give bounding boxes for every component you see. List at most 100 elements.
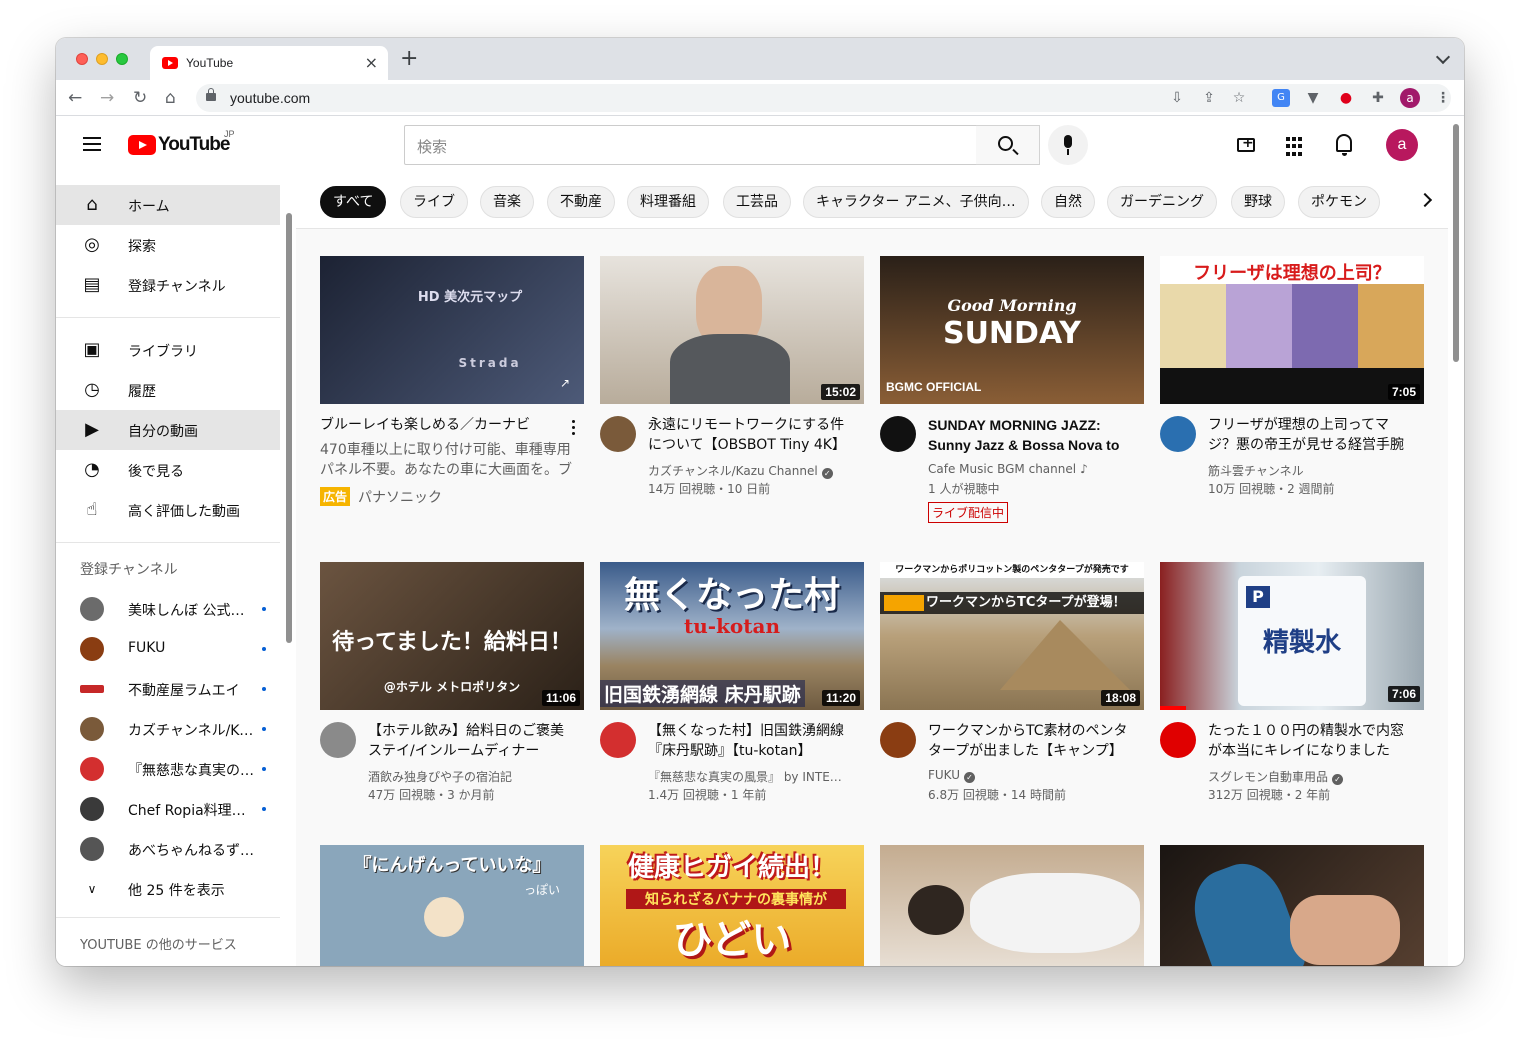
- sidebar-channel[interactable]: FUKU: [56, 629, 280, 669]
- video-title[interactable]: 永遠にリモートワークにする件について【OBSBOT Tiny 4K】: [648, 415, 848, 455]
- notifications-bell-icon[interactable]: [1336, 134, 1352, 156]
- chips-next-chevron-icon[interactable]: [1404, 181, 1448, 221]
- channel-avatar[interactable]: [320, 722, 356, 758]
- sidebar-channel[interactable]: あべちゃんねるず 釣り: [56, 829, 280, 869]
- sidebar-item-history[interactable]: ◷ 履歴: [56, 370, 280, 410]
- share-icon[interactable]: ⇪: [1200, 89, 1218, 107]
- video-thumbnail[interactable]: Good Morning SUNDAY BGMC OFFICIAL: [880, 256, 1144, 404]
- search-placeholder: 検索: [417, 138, 448, 156]
- chip[interactable]: 自然: [1041, 186, 1095, 218]
- new-content-dot: [262, 767, 266, 771]
- video-title[interactable]: フリーザが理想の上司ってマジ？悪の帝王が見せる経営手腕: [1208, 415, 1408, 455]
- tab-search-chevron-icon[interactable]: [1435, 49, 1451, 65]
- sidebar-item-watch-later[interactable]: ◔ 後で見る: [56, 450, 280, 490]
- video-meta: 10万 回視聴・2 週間前: [1208, 482, 1335, 496]
- sidebar-item-explore[interactable]: ◎ 探索: [56, 225, 280, 265]
- search-button[interactable]: [976, 125, 1040, 165]
- channel-avatar: [80, 797, 104, 821]
- bookmark-star-icon[interactable]: ☆: [1230, 89, 1248, 107]
- sidebar-channel[interactable]: カズチャンネル/Kazu Channel: [56, 709, 280, 749]
- channel-avatar[interactable]: [600, 416, 636, 452]
- sidebar-item-my-videos[interactable]: ▶ 自分の動画: [56, 410, 280, 450]
- sidebar-scrollbar[interactable]: [286, 213, 292, 643]
- zoom-window-button[interactable]: [116, 53, 128, 65]
- channel-name[interactable]: FUKU ✓: [928, 768, 1128, 783]
- chip[interactable]: ポケモン: [1298, 186, 1380, 218]
- back-arrow-icon[interactable]: ←: [68, 88, 82, 108]
- chip[interactable]: 不動産: [547, 186, 615, 218]
- apps-grid-icon[interactable]: [1286, 137, 1302, 157]
- browser-profile-avatar[interactable]: a: [1400, 88, 1420, 108]
- chip[interactable]: ライブ: [400, 186, 468, 218]
- extension-red-icon[interactable]: ●: [1337, 89, 1355, 107]
- video-title[interactable]: たった１００円の精製水で内窓が本当にキレイになりました: [1208, 721, 1408, 761]
- close-window-button[interactable]: [76, 53, 88, 65]
- channel-avatar[interactable]: [600, 722, 636, 758]
- video-title[interactable]: ワークマンからTC素材のペンタタープが出ました【キャンプ】: [928, 721, 1128, 761]
- browser-tab[interactable]: YouTube ×: [150, 46, 388, 80]
- chip-all[interactable]: すべて: [320, 186, 387, 218]
- video-title[interactable]: SUNDAY MORNING JAZZ: Sunny Jazz & Bossa …: [928, 415, 1128, 455]
- minimize-window-button[interactable]: [96, 53, 108, 65]
- video-thumbnail[interactable]: P 精製水 7:06: [1160, 562, 1424, 710]
- search-icon: [998, 136, 1013, 151]
- video-title[interactable]: ブルーレイも楽しめる／カーナビ: [320, 415, 564, 435]
- sidebar-item-liked-videos[interactable]: ☝ 高く評価した動画: [56, 490, 280, 530]
- video-thumbnail[interactable]: 健康ヒガイ続出！ 知られざるバナナの裏事情が ひどい: [600, 845, 864, 966]
- home-button-icon[interactable]: ⌂: [165, 88, 176, 108]
- new-tab-button[interactable]: +: [400, 48, 418, 70]
- sidebar-item-subscriptions[interactable]: ▤ 登録チャンネル: [56, 265, 280, 305]
- video-thumbnail[interactable]: フリーザは理想の上司？ 7:05: [1160, 256, 1424, 404]
- video-title[interactable]: 【ホテル飲み】給料日のご褒美ステイ/インルームディナー: [368, 721, 568, 761]
- sidebar-channel[interactable]: Chef Ropia料理人の話: [56, 789, 280, 829]
- show-more-channels-button[interactable]: ∨ 他 25 件を表示: [56, 869, 280, 909]
- channel-name[interactable]: Cafe Music BGM channel ♪: [928, 462, 1128, 476]
- chip[interactable]: 野球: [1231, 186, 1285, 218]
- channel-name[interactable]: 筋斗雲チャンネル: [1208, 462, 1408, 479]
- forward-arrow-icon[interactable]: →: [100, 88, 114, 108]
- channel-avatar[interactable]: [880, 722, 916, 758]
- channel-name[interactable]: スグレモン自動車用品 ✓: [1208, 768, 1408, 785]
- video-thumbnail[interactable]: ワークマンからポリコットン製のペンタタープが発売です ワークマンからTCタープが…: [880, 562, 1144, 710]
- video-thumbnail[interactable]: [1160, 845, 1424, 966]
- video-thumbnail[interactable]: 無くなった村 tu-kotan 旧国鉄湧網線 床丹駅跡 11:20: [600, 562, 864, 710]
- browser-menu-icon[interactable]: ⋮: [1434, 89, 1452, 107]
- video-thumbnail[interactable]: HD 美次元マップ Strada ↗: [320, 256, 584, 404]
- channel-avatar[interactable]: [1160, 416, 1196, 452]
- chip[interactable]: 工芸品: [723, 186, 791, 218]
- account-avatar[interactable]: a: [1386, 129, 1418, 161]
- channel-avatar[interactable]: [1160, 722, 1196, 758]
- sidebar-channel[interactable]: 『無慈悲な真実の風景』: [56, 749, 280, 789]
- search-input[interactable]: 検索: [404, 125, 977, 165]
- voice-search-button[interactable]: [1048, 125, 1088, 165]
- ad-channel-name[interactable]: パナソニック: [358, 487, 442, 507]
- chip[interactable]: 音楽: [480, 186, 534, 218]
- sidebar-item-home[interactable]: ⌂ ホーム: [56, 185, 280, 225]
- sidebar-item-library[interactable]: ▣ ライブラリ: [56, 330, 280, 370]
- channel-name[interactable]: 『無慈悲な真実の風景』 by INTERNET: [648, 768, 848, 785]
- video-thumbnail[interactable]: 『にんげんっていいな』 っぽい: [320, 845, 584, 966]
- main-scrollbar[interactable]: [1453, 124, 1459, 362]
- reload-icon[interactable]: ↻: [133, 88, 147, 108]
- sidebar-channel[interactable]: 不動産屋ラムエイ: [56, 669, 280, 709]
- install-app-icon[interactable]: ⇩: [1168, 89, 1186, 107]
- extension-v-icon[interactable]: ▼: [1304, 89, 1322, 107]
- channel-name[interactable]: 酒飲み独身ぴや子の宿泊記: [368, 768, 568, 785]
- channel-avatar[interactable]: [880, 416, 916, 452]
- address-bar[interactable]: youtube.com ⇩ ⇪ ☆: [196, 84, 1451, 112]
- video-thumbnail[interactable]: 15:02: [600, 256, 864, 404]
- video-title[interactable]: 【無くなった村】旧国鉄湧網線『床丹駅跡』【tu-kotan】: [648, 721, 848, 761]
- extensions-puzzle-icon[interactable]: ✚: [1369, 89, 1387, 107]
- chip[interactable]: キャラクター アニメ、子供向…: [803, 186, 1029, 218]
- menu-hamburger-icon[interactable]: [83, 137, 101, 151]
- tab-close-icon[interactable]: ×: [365, 53, 378, 72]
- sidebar-channel[interactable]: 美味しんぼ 公式チャンネル: [56, 589, 280, 629]
- translate-extension-icon[interactable]: G: [1272, 89, 1290, 107]
- chip[interactable]: 料理番組: [627, 186, 709, 218]
- video-thumbnail[interactable]: 待ってました！給料日！ @ホテル メトロポリタン 11:06: [320, 562, 584, 710]
- channel-name[interactable]: カズチャンネル/Kazu Channel ✓: [648, 462, 848, 479]
- more-options-icon[interactable]: [572, 420, 576, 438]
- video-thumbnail[interactable]: [880, 845, 1144, 966]
- chip[interactable]: ガーデニング: [1107, 186, 1217, 218]
- create-video-icon[interactable]: [1237, 135, 1255, 152]
